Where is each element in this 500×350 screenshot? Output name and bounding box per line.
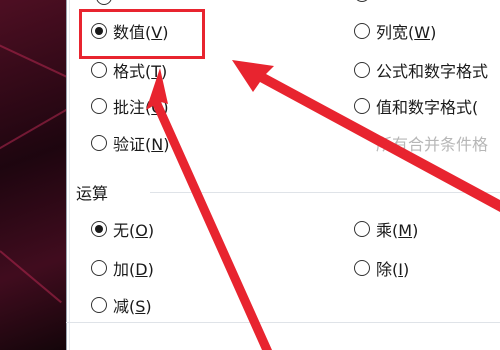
screenshot-stage: 数值(V) 格式(T) 批注(C) 验证(N) 列宽(W) 公式和数字格式 值和…: [0, 0, 500, 350]
annotation-arrows: [146, 60, 500, 350]
annotation-arrow-bottom: [146, 68, 272, 350]
annotation-arrow-right: [232, 60, 500, 212]
